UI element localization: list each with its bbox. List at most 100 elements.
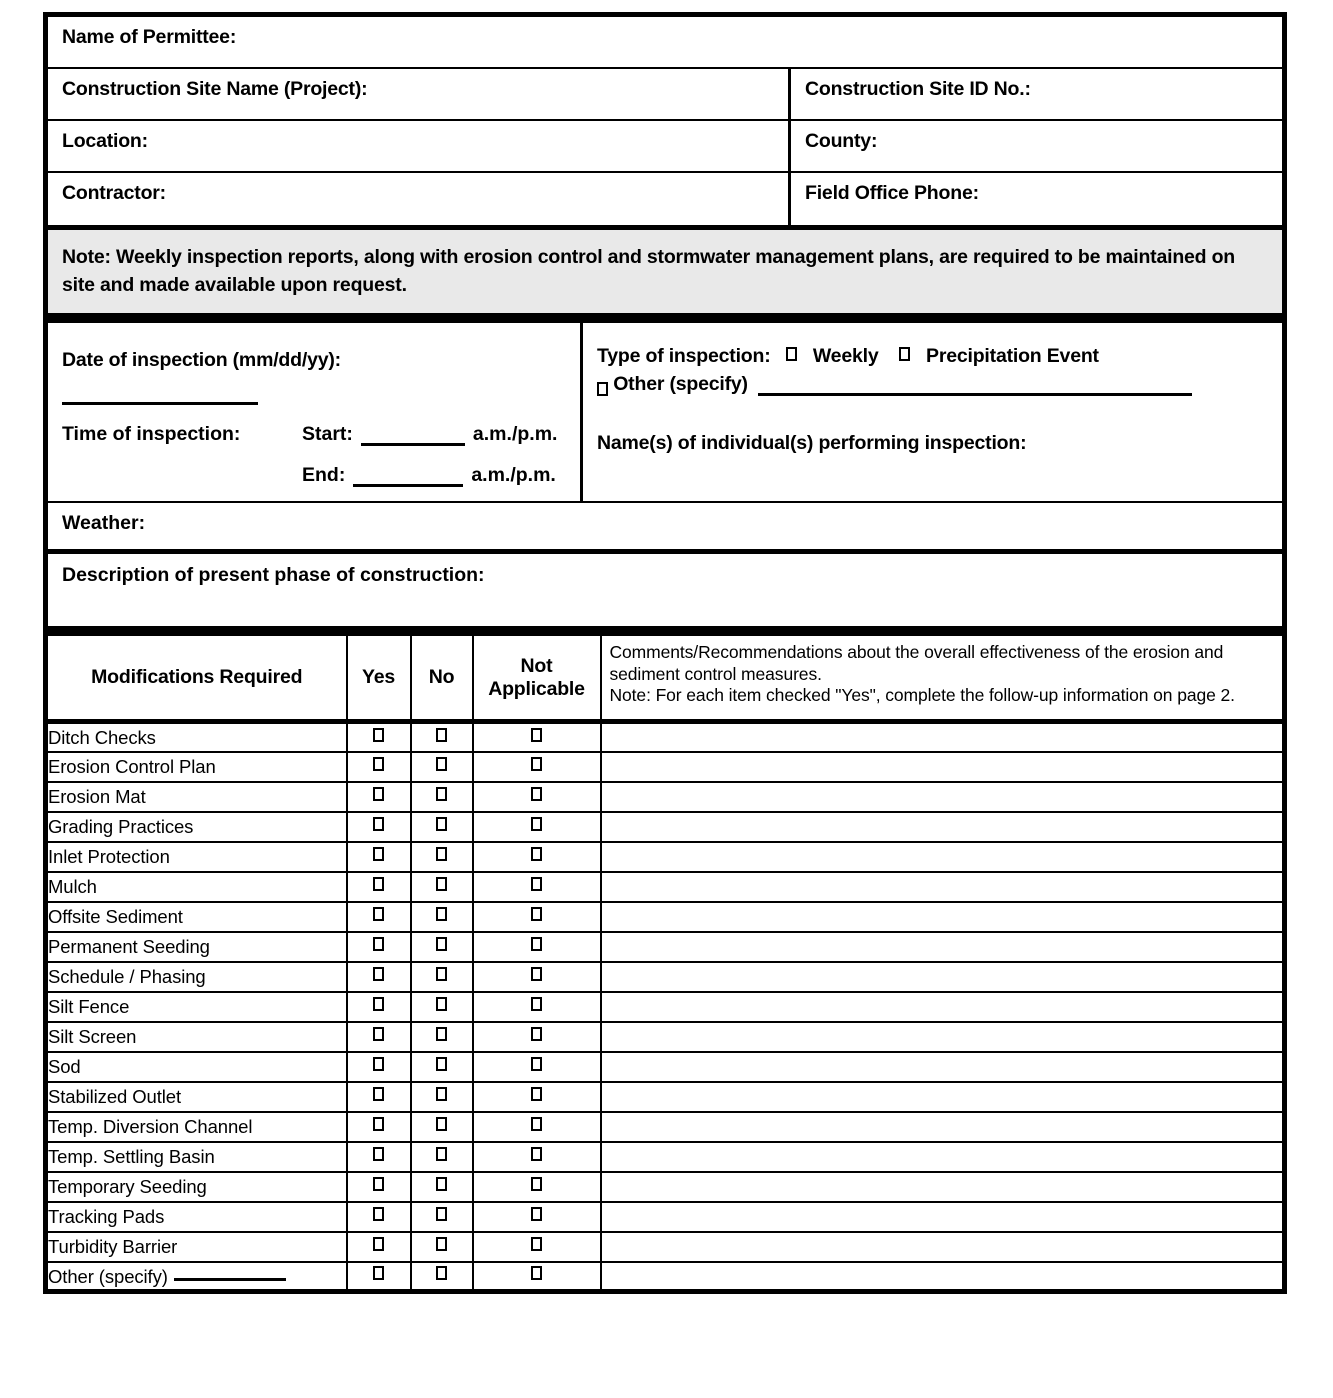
checkbox-no-icon[interactable] [436,966,447,981]
checkbox-not-applicable-icon[interactable] [531,1236,542,1251]
checkbox-cell[interactable] [471,1260,602,1295]
start-time-input-line[interactable] [360,425,465,447]
checkbox-no-icon[interactable] [436,1236,447,1251]
checkbox-not-applicable-icon[interactable] [531,876,542,891]
checkbox-cell[interactable] [409,1230,474,1263]
checkbox-cell[interactable] [409,900,474,933]
checkbox-yes-icon[interactable] [373,1146,384,1161]
checkbox-cell[interactable] [345,810,412,843]
checkbox-not-applicable-icon[interactable] [531,1086,542,1101]
checkbox-cell[interactable] [471,1020,602,1053]
checkbox-yes-icon[interactable] [373,936,384,951]
checkbox-cell[interactable] [471,1050,602,1083]
checkbox-yes-icon[interactable] [373,966,384,981]
checkbox-cell[interactable] [345,960,412,993]
checkbox-cell[interactable] [345,750,412,783]
checkbox-no-icon[interactable] [436,936,447,951]
checkbox-not-applicable-icon[interactable] [531,1026,542,1041]
comments-cell[interactable] [599,960,1285,993]
checkbox-yes-icon[interactable] [373,727,384,742]
checkbox-cell[interactable] [409,930,474,963]
comments-cell[interactable] [599,990,1285,1023]
checkbox-cell[interactable] [345,870,412,903]
checkbox-cell[interactable] [471,1170,602,1203]
checkbox-not-applicable-icon[interactable] [531,786,542,801]
checkbox-yes-icon[interactable] [373,1056,384,1071]
checkbox-no-icon[interactable] [436,876,447,891]
checkbox-cell[interactable] [345,930,412,963]
checkbox-cell[interactable] [471,930,602,963]
checkbox-cell[interactable] [409,1140,474,1173]
checkbox-cell[interactable] [471,870,602,903]
checkbox-precipitation-event-icon[interactable] [899,347,911,362]
checkbox-cell[interactable] [471,840,602,873]
checkbox-yes-icon[interactable] [373,876,384,891]
checkbox-yes-icon[interactable] [373,786,384,801]
checkbox-yes-icon[interactable] [373,1176,384,1191]
checkbox-not-applicable-icon[interactable] [531,756,542,771]
comments-cell[interactable] [599,1110,1285,1143]
checkbox-cell[interactable] [409,1080,474,1113]
checkbox-not-applicable-icon[interactable] [531,846,542,861]
checkbox-cell[interactable] [345,720,412,753]
checkbox-yes-icon[interactable] [373,1026,384,1041]
checkbox-yes-icon[interactable] [373,1236,384,1251]
checkbox-yes-icon[interactable] [373,1206,384,1221]
checkbox-cell[interactable] [409,1020,474,1053]
checkbox-weekly-icon[interactable] [786,347,798,362]
checkbox-cell[interactable] [345,840,412,873]
checkbox-cell[interactable] [345,1230,412,1263]
checkbox-not-applicable-icon[interactable] [531,1146,542,1161]
checkbox-cell[interactable] [471,810,602,843]
other-specify-row-input-line[interactable] [173,1264,286,1282]
checkbox-yes-icon[interactable] [373,996,384,1011]
checkbox-cell[interactable] [345,1020,412,1053]
checkbox-cell[interactable] [409,780,474,813]
checkbox-cell[interactable] [409,1050,474,1083]
comments-cell[interactable] [599,900,1285,933]
checkbox-yes-icon[interactable] [373,1086,384,1101]
checkbox-not-applicable-icon[interactable] [531,936,542,951]
checkbox-cell[interactable] [345,1050,412,1083]
comments-cell[interactable] [599,870,1285,903]
comments-cell[interactable] [599,1140,1285,1173]
checkbox-cell[interactable] [409,1170,474,1203]
checkbox-not-applicable-icon[interactable] [531,1056,542,1071]
checkbox-not-applicable-icon[interactable] [531,906,542,921]
checkbox-cell[interactable] [409,1260,474,1295]
checkbox-no-icon[interactable] [436,786,447,801]
checkbox-no-icon[interactable] [436,1116,447,1131]
checkbox-cell[interactable] [409,870,474,903]
checkbox-cell[interactable] [471,1080,602,1113]
checkbox-cell[interactable] [471,750,602,783]
checkbox-not-applicable-icon[interactable] [531,966,542,981]
checkbox-no-icon[interactable] [436,1206,447,1221]
checkbox-cell[interactable] [345,990,412,1023]
comments-cell[interactable] [599,750,1285,783]
checkbox-cell[interactable] [471,780,602,813]
checkbox-cell[interactable] [345,1080,412,1113]
checkbox-cell[interactable] [409,750,474,783]
checkbox-not-applicable-icon[interactable] [531,996,542,1011]
checkbox-no-icon[interactable] [436,756,447,771]
checkbox-no-icon[interactable] [436,727,447,742]
checkbox-cell[interactable] [345,780,412,813]
checkbox-not-applicable-icon[interactable] [531,727,542,742]
date-input-line[interactable] [62,380,258,406]
checkbox-no-icon[interactable] [436,1026,447,1041]
comments-cell[interactable] [599,720,1285,753]
checkbox-cell[interactable] [345,1140,412,1173]
checkbox-no-icon[interactable] [436,1056,447,1071]
comments-cell[interactable] [599,810,1285,843]
checkbox-yes-icon[interactable] [373,906,384,921]
checkbox-cell[interactable] [471,1110,602,1143]
checkbox-cell[interactable] [409,990,474,1023]
checkbox-yes-icon[interactable] [373,816,384,831]
comments-cell[interactable] [599,1080,1285,1113]
checkbox-cell[interactable] [409,960,474,993]
comments-cell[interactable] [599,1020,1285,1053]
checkbox-cell[interactable] [471,1200,602,1233]
checkbox-cell[interactable] [471,1230,602,1263]
checkbox-cell[interactable] [471,990,602,1023]
checkbox-no-icon[interactable] [436,1146,447,1161]
